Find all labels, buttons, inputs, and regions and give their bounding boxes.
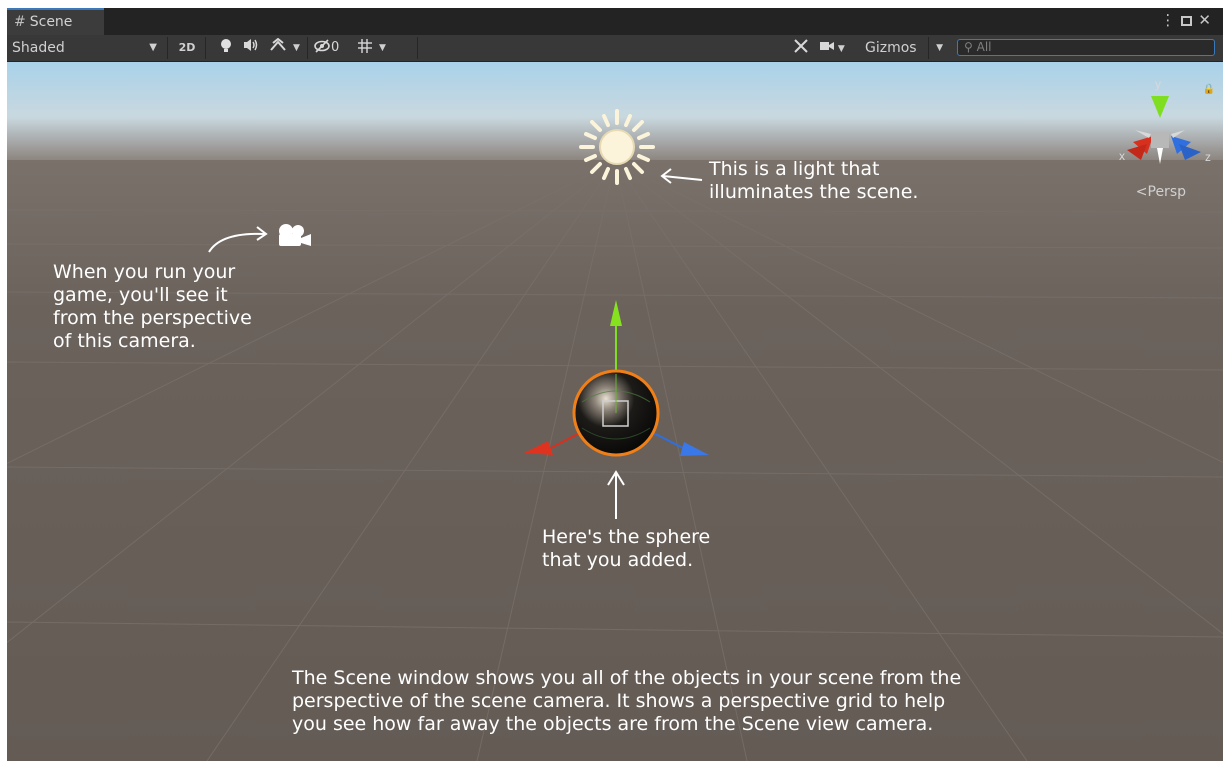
tab-scene[interactable]: # Scene (7, 8, 104, 35)
draw-mode-label: Shaded (12, 40, 65, 56)
lighting-toggle-icon[interactable] (217, 38, 235, 58)
tab-bar: # Scene ⋮ ✕ (7, 8, 1223, 35)
tools-icon[interactable] (791, 38, 811, 58)
scene-window-annotation: The Scene window shows you all of the ob… (292, 667, 962, 735)
axis-x-label: x (1119, 149, 1125, 163)
chevron-down-icon: ▼ (835, 44, 845, 54)
chevron-down-icon: ▼ (149, 42, 157, 53)
search-placeholder: All (976, 40, 992, 54)
toolbar-divider (205, 37, 206, 59)
orientation-gizmo[interactable]: y x z (1113, 74, 1213, 184)
gizmos-dropdown[interactable]: Gizmos ▼ (865, 38, 947, 58)
axis-y-label: y (1155, 77, 1161, 91)
search-icon: ⚲ (964, 40, 973, 54)
projection-label: Persp (1147, 184, 1187, 200)
draw-mode-dropdown[interactable]: Shaded ▼ (12, 38, 162, 58)
scene-viewport[interactable]: y x z 🔒 <Persp This is a light that illu… (7, 62, 1223, 761)
directional-light-icon[interactable] (579, 109, 655, 185)
toolbar-divider (307, 37, 308, 59)
video-camera-icon (820, 42, 834, 50)
toggle-2d-button[interactable]: 2D (175, 38, 199, 58)
kebab-menu-icon[interactable]: ⋮ (1160, 11, 1181, 29)
hidden-count: 0 (331, 40, 340, 55)
hidden-objects-toggle[interactable]: 0 (313, 38, 351, 58)
window-controls: ⋮ ✕ (1160, 11, 1217, 29)
scene-window: # Scene ⋮ ✕ Shaded ▼ 2D ▼ 0 ▼ ▼ Gizmos ▼… (7, 8, 1223, 761)
projection-toggle[interactable]: <Persp (1136, 184, 1186, 200)
lock-icon[interactable]: 🔒 (1203, 84, 1215, 95)
chevron-down-icon[interactable]: ▼ (293, 38, 303, 58)
hash-icon: # (14, 14, 26, 30)
search-input[interactable]: ⚲ All (957, 39, 1215, 56)
chevron-left-icon: < (1135, 184, 1148, 200)
light-annotation: This is a light that illuminates the sce… (709, 158, 919, 203)
camera-settings-button[interactable]: ▼ (819, 38, 853, 58)
audio-toggle-icon[interactable] (241, 38, 261, 58)
tab-scene-label: Scene (29, 14, 73, 30)
toolbar-divider (928, 37, 929, 59)
camera-annotation: When you run your game, you'll see it fr… (53, 261, 252, 352)
sphere-object[interactable] (572, 369, 660, 457)
chevron-down-icon: ▼ (936, 43, 943, 53)
eye-slash-icon (314, 39, 330, 53)
maximize-icon[interactable] (1181, 16, 1193, 26)
toolbar-divider (167, 37, 168, 59)
grid-snap-icon[interactable] (355, 38, 375, 58)
scene-toolbar: Shaded ▼ 2D ▼ 0 ▼ ▼ Gizmos ▼ ⚲ All (7, 35, 1223, 62)
gizmos-label: Gizmos (865, 40, 917, 56)
chevron-down-icon[interactable]: ▼ (379, 38, 389, 58)
close-icon[interactable]: ✕ (1198, 11, 1217, 29)
toolbar-divider (417, 37, 418, 59)
scene-background (7, 62, 1223, 761)
sphere-annotation: Here's the sphere that you added. (542, 526, 711, 571)
axis-z-label: z (1205, 150, 1211, 164)
effects-toggle-icon[interactable] (267, 37, 289, 58)
